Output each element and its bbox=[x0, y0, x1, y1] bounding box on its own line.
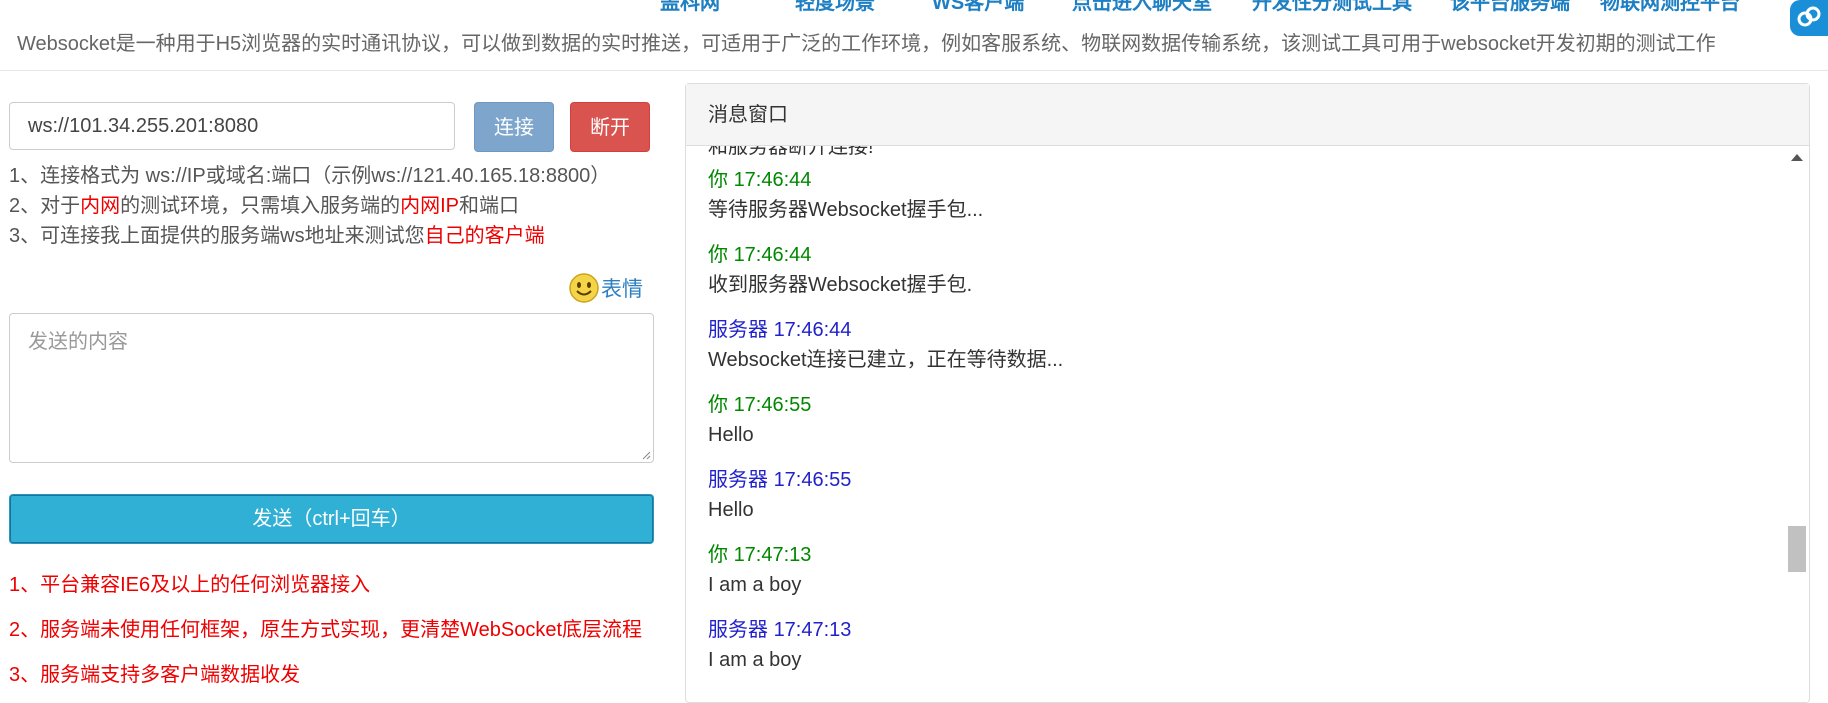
message-meta: 你 17:46:55 bbox=[708, 390, 1779, 420]
chain-link-icon bbox=[1797, 6, 1821, 27]
feature-item: 2、服务端未使用任何框架，原生方式实现，更清楚WebSocket底层流程 bbox=[9, 619, 643, 641]
disconnect-button[interactable]: 断开 bbox=[570, 102, 650, 152]
resize-grip-icon[interactable] bbox=[639, 448, 651, 460]
message-text-partial: 和服务器断开连接! bbox=[708, 146, 874, 158]
message-text: I am a boy bbox=[708, 574, 802, 596]
usage-notes: 1、连接格式为 ws://IP或域名:端口（示例ws://121.40.165.… bbox=[9, 161, 610, 251]
message-sender: 服务器 bbox=[708, 319, 768, 341]
message-text: 收到服务器Websocket握手包. bbox=[708, 274, 973, 296]
message-time: 17:46:55 bbox=[773, 469, 852, 491]
nav-link[interactable]: 该平台服务端 bbox=[1450, 0, 1570, 15]
scroll-thumb[interactable] bbox=[1788, 526, 1806, 572]
note-line: 2、对于内网的测试环境，只需填入服务端的内网IP和端口 bbox=[9, 191, 610, 221]
message-sender: 你 bbox=[708, 244, 728, 266]
note-text: 的测试环境，只需填入服务端的 bbox=[120, 195, 401, 217]
feature-item: 3、服务端支持多客户端数据收发 bbox=[9, 664, 301, 686]
message-item: 服务器 17:47:13 I am a boy bbox=[708, 615, 1779, 690]
message-text: Websocket连接已建立，正在等待数据... bbox=[708, 349, 1064, 371]
message-meta: 服务器 17:47:13 bbox=[708, 615, 1779, 645]
message-item: 服务器 17:46:44 Websocket连接已建立，正在等待数据... bbox=[708, 315, 1779, 390]
nav-link[interactable]: 盖科网 bbox=[660, 0, 720, 15]
message-sender: 服务器 bbox=[708, 469, 768, 491]
connect-button[interactable]: 连接 bbox=[474, 102, 554, 152]
nav-link[interactable]: 开发性分测试工具 bbox=[1252, 0, 1412, 15]
nav-link[interactable]: WS客户端 bbox=[932, 0, 1024, 15]
scroll-up-icon[interactable] bbox=[1791, 154, 1803, 161]
panel-title: 消息窗口 bbox=[686, 84, 1809, 146]
message-item: 服务器 17:46:55 Hello bbox=[708, 465, 1779, 540]
message-text: I am a boy bbox=[708, 649, 802, 671]
note-highlight: 内网IP bbox=[400, 195, 460, 217]
message-time: 17:46:44 bbox=[773, 319, 852, 341]
message-text: Hello bbox=[708, 499, 754, 521]
message-meta: 服务器 17:46:44 bbox=[708, 315, 1779, 345]
message-list: 和服务器断开连接! 你 17:46:44 等待服务器Websocket握手包..… bbox=[708, 146, 1779, 690]
message-item: 你 17:46:55 Hello bbox=[708, 390, 1779, 465]
message-panel: 消息窗口 和服务器断开连接! 你 17:46:44 等待服务器Websocket… bbox=[685, 83, 1810, 703]
note-line: 3、可连接我上面提供的服务端ws地址来测试您自己的客户端 bbox=[9, 221, 610, 251]
nav-link[interactable]: 物联网测控平台 bbox=[1600, 0, 1740, 15]
emoji-button[interactable]: 表情 bbox=[568, 272, 643, 304]
message-meta: 服务器 17:46:55 bbox=[708, 465, 1779, 495]
link-icon[interactable] bbox=[1790, 0, 1828, 36]
note-highlight: 自己的客户端 bbox=[424, 225, 545, 247]
intro-text: Websocket是一种用于H5浏览器的实时通讯协议，可以做到数据的实时推送，可… bbox=[17, 33, 1716, 55]
message-text: 等待服务器Websocket握手包... bbox=[708, 199, 984, 221]
nav-link[interactable]: 点击进入聊天室 bbox=[1072, 0, 1212, 15]
message-time: 17:46:44 bbox=[733, 244, 812, 266]
top-nav: 盖科网 轻度场景 WS客户端 点击进入聊天室 开发性分测试工具 该平台服务端 物… bbox=[0, 0, 1828, 15]
message-sender: 服务器 bbox=[708, 619, 768, 641]
nav-link[interactable]: 轻度场景 bbox=[795, 0, 875, 15]
textarea-placeholder: 发送的内容 bbox=[28, 331, 128, 353]
message-meta: 你 17:47:13 bbox=[708, 540, 1779, 570]
message-time: 17:47:13 bbox=[773, 619, 852, 641]
emoji-label[interactable]: 表情 bbox=[601, 273, 643, 303]
message-log[interactable]: 和服务器断开连接! 你 17:46:44 等待服务器Websocket握手包..… bbox=[686, 146, 1809, 702]
note-highlight: 内网 bbox=[80, 195, 121, 217]
send-button[interactable]: 发送（ctrl+回车） bbox=[9, 494, 654, 544]
message-sender: 你 bbox=[708, 544, 728, 566]
message-meta: 你 17:46:44 bbox=[708, 165, 1779, 195]
ws-url-input[interactable]: ws://101.34.255.201:8080 bbox=[9, 102, 455, 150]
message-meta: 你 17:46:44 bbox=[708, 240, 1779, 270]
message-item: 你 17:46:44 等待服务器Websocket握手包... bbox=[708, 165, 1779, 240]
note-line: 1、连接格式为 ws://IP或域名:端口（示例ws://121.40.165.… bbox=[9, 165, 611, 187]
note-text: 3、可连接我上面提供的服务端ws地址来测试您 bbox=[9, 225, 425, 247]
smiley-icon bbox=[569, 273, 599, 303]
message-time: 17:46:44 bbox=[733, 169, 812, 191]
message-sender: 你 bbox=[708, 169, 728, 191]
note-text: 2、对于 bbox=[9, 195, 81, 217]
message-item: 你 17:47:13 I am a boy bbox=[708, 540, 1779, 615]
message-sender: 你 bbox=[708, 394, 728, 416]
message-scrollbar[interactable] bbox=[1786, 148, 1808, 702]
message-time: 17:47:13 bbox=[733, 544, 812, 566]
message-item: 你 17:46:44 收到服务器Websocket握手包. bbox=[708, 240, 1779, 315]
message-textarea[interactable]: 发送的内容 bbox=[9, 313, 654, 463]
message-text: Hello bbox=[708, 424, 754, 446]
divider bbox=[0, 70, 1828, 71]
note-text: 和端口 bbox=[459, 195, 520, 217]
message-time: 17:46:55 bbox=[733, 394, 812, 416]
feature-item: 1、平台兼容IE6及以上的任何浏览器接入 bbox=[9, 574, 371, 596]
